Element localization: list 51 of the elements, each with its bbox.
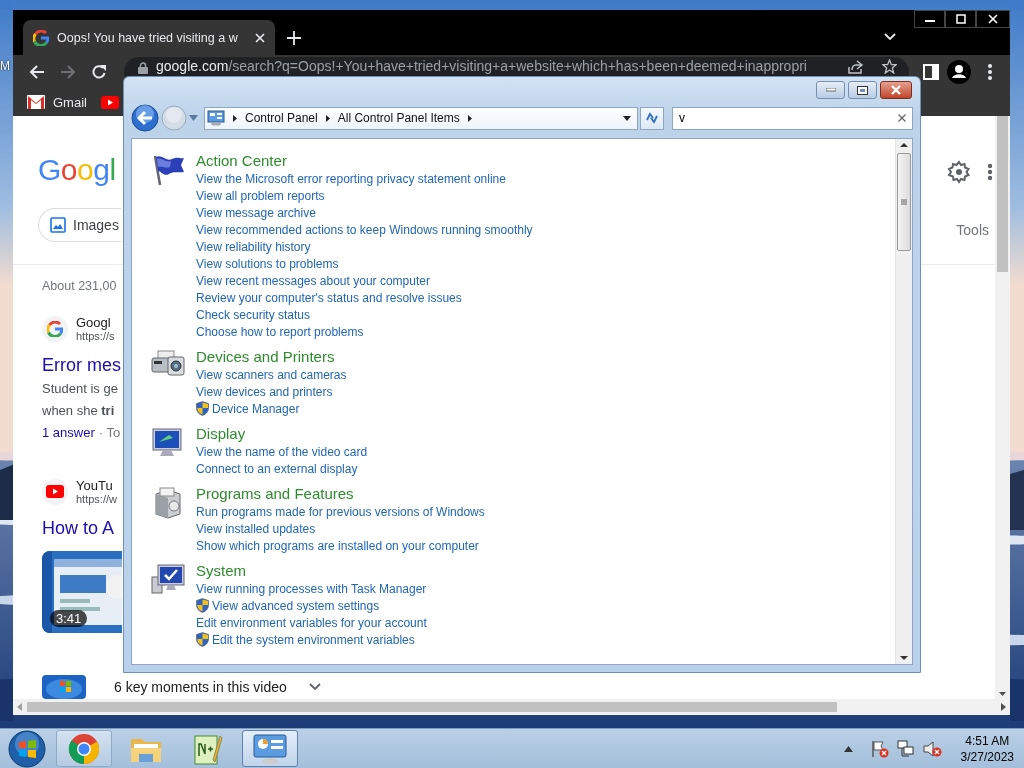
task-link[interactable]: View scanners and cameras: [196, 367, 347, 382]
clock[interactable]: 4:51 AM 3/27/2023: [960, 732, 1014, 765]
task-link[interactable]: Choose how to report problems: [196, 324, 364, 339]
task-link[interactable]: View reliability history: [196, 239, 311, 254]
task-link[interactable]: View all problem reports: [196, 188, 325, 203]
task-link[interactable]: View the name of the video card: [196, 444, 368, 459]
breadcrumb[interactable]: All Control Panel Items: [337, 111, 460, 125]
browser-tab[interactable]: Oops! You have tried visiting a w: [23, 20, 275, 55]
category-title[interactable]: Action Center: [196, 151, 287, 170]
tools-tab[interactable]: Tools: [956, 222, 989, 238]
result-title[interactable]: How to A: [42, 515, 115, 541]
result-snippet: when she tri: [42, 402, 115, 420]
key-moments-toggle[interactable]: 6 key moments in this video: [114, 679, 287, 695]
google-logo[interactable]: Googl: [38, 152, 116, 188]
bookmark-link[interactable]: Gmail: [53, 94, 87, 110]
task-link[interactable]: View solutions to problems: [196, 256, 339, 271]
answers-link[interactable]: 1 answer: [42, 422, 95, 444]
result-date: · To: [98, 424, 121, 442]
task-link[interactable]: View advanced system settings: [212, 598, 380, 613]
site-name: Googl: [76, 315, 112, 330]
category-title[interactable]: System: [196, 561, 246, 580]
task-link[interactable]: Show which programs are installed on your computer: [196, 538, 479, 553]
desktop-icon-label[interactable]: M: [0, 59, 12, 73]
task-link[interactable]: View running processes with Task Manager: [196, 581, 427, 596]
task-link[interactable]: View message archive: [196, 205, 316, 220]
result-snippet: Student is ge: [42, 380, 118, 398]
result-url: https://s: [76, 330, 115, 342]
task-link[interactable]: Run programs made for previous versions of Windows: [196, 504, 485, 519]
address-bar[interactable]: Control Panel All Control Panel Items: [204, 106, 638, 130]
category-title[interactable]: Programs and Features: [196, 484, 354, 503]
task-link[interactable]: Device Manager: [212, 401, 300, 416]
site-name: YouTu: [76, 478, 114, 493]
video-duration: 3:41: [50, 610, 88, 627]
search-field[interactable]: v: [672, 106, 913, 130]
task-link[interactable]: Edit environment variables for your account: [196, 615, 427, 630]
task-link[interactable]: View recent messages about your computer: [196, 273, 430, 288]
task-link[interactable]: Check security status: [196, 307, 311, 322]
task-link[interactable]: View recommended actions to keep Windows running smoothly: [196, 222, 533, 237]
breadcrumb[interactable]: Control Panel: [245, 111, 318, 125]
task-link[interactable]: Edit the system environment variables: [212, 632, 415, 647]
result-stats: About 231,00: [42, 279, 117, 293]
result-title[interactable]: Error mes: [42, 352, 121, 378]
category-title[interactable]: Display: [196, 424, 246, 443]
task-link[interactable]: View the Microsoft error reporting privacy statement online: [196, 171, 506, 186]
task-link[interactable]: Review your computer's status and resolve issues: [196, 290, 462, 305]
category-title[interactable]: Devices and Printers: [196, 347, 335, 366]
task-link[interactable]: View devices and printers: [196, 384, 333, 399]
images-chip[interactable]: Images: [38, 208, 121, 242]
task-link[interactable]: Connect to an external display: [196, 461, 358, 476]
task-link[interactable]: View installed updates: [196, 521, 316, 536]
result-url: https://w: [76, 493, 117, 505]
